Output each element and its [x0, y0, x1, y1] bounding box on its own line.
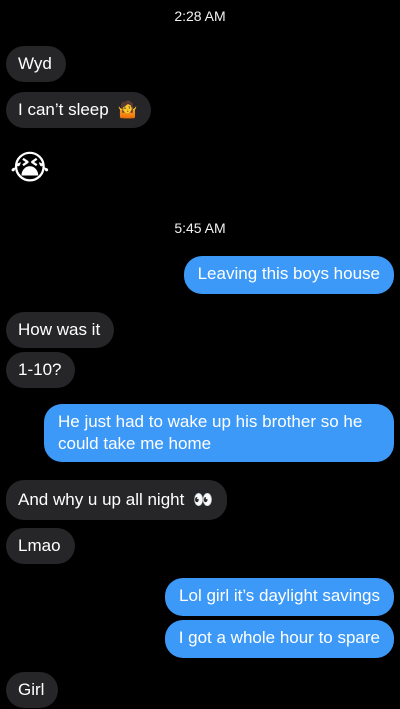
- message-text: Girl: [18, 680, 45, 699]
- incoming-message[interactable]: I can’t sleep 🤷: [6, 92, 152, 128]
- message-text: How was it: [18, 320, 101, 339]
- incoming-message[interactable]: Wyd: [6, 46, 66, 82]
- incoming-message[interactable]: Girl: [6, 672, 59, 708]
- incoming-message[interactable]: 1-10?: [6, 352, 76, 388]
- message-text: Leaving this boys house: [197, 264, 380, 283]
- timestamp: 2:28 AM: [174, 8, 226, 24]
- outgoing-message[interactable]: I got a whole hour to spare: [164, 620, 394, 658]
- message-text: 1-10?: [18, 360, 62, 379]
- outgoing-message[interactable]: He just had to wake up his brother so he…: [44, 404, 394, 462]
- incoming-message[interactable]: And why u up all night 👀: [6, 480, 227, 520]
- message-text: And why u up all night: [18, 490, 185, 509]
- message-text: Lol girl it’s daylight savings: [179, 586, 380, 605]
- crying-emoji-icon[interactable]: 😭: [10, 148, 50, 188]
- message-text: I can’t sleep: [18, 100, 109, 119]
- timestamp: 5:45 AM: [174, 220, 226, 236]
- incoming-message[interactable]: Lmao: [6, 528, 75, 564]
- outgoing-message[interactable]: Lol girl it’s daylight savings: [165, 578, 394, 616]
- message-text: He just had to wake up his brother so he…: [58, 412, 363, 453]
- message-text: I got a whole hour to spare: [178, 628, 380, 647]
- eyes-emoji-icon: 👀: [193, 492, 213, 509]
- message-text: Wyd: [18, 54, 52, 73]
- incoming-message[interactable]: How was it: [6, 312, 115, 348]
- message-text: Lmao: [18, 536, 61, 555]
- shrug-emoji-icon: 🤷: [117, 102, 138, 119]
- outgoing-message[interactable]: Leaving this boys house: [183, 256, 394, 294]
